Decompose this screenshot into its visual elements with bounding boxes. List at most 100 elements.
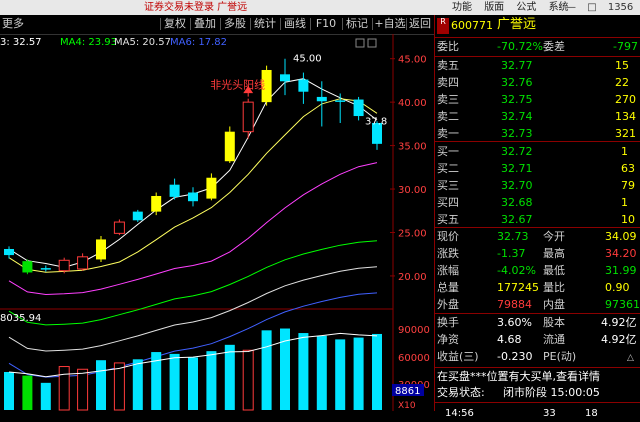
stock-header: R 600771 广誉远 bbox=[435, 15, 640, 37]
candle[interactable] bbox=[298, 79, 309, 92]
ma-line-12 bbox=[8, 162, 378, 296]
volume-bar bbox=[242, 349, 254, 411]
statistics-button[interactable]: 统计 bbox=[252, 16, 278, 32]
restore-icon[interactable]: □ bbox=[587, 2, 596, 13]
scroll-left-arrow-icon[interactable] bbox=[355, 38, 365, 48]
divider bbox=[435, 37, 640, 38]
window-controls: — □ 1356 bbox=[566, 0, 633, 15]
sell-level-volume: 270 bbox=[615, 93, 636, 106]
menu-item-function[interactable]: 功能 bbox=[452, 2, 472, 13]
fund-label: 收益(三) bbox=[437, 350, 479, 363]
stat-label: 外盘 bbox=[437, 298, 459, 311]
candle[interactable] bbox=[77, 256, 89, 270]
candle[interactable] bbox=[132, 211, 143, 221]
tick-time: 14:56 bbox=[445, 408, 474, 419]
sell-level-price: 32.74 bbox=[501, 110, 533, 123]
vol-unit: X10 bbox=[398, 401, 416, 411]
multi-stock-button[interactable]: 多股 bbox=[222, 16, 248, 32]
big-order-notice[interactable]: 在买盘***位置有大买单,查看详情 bbox=[437, 369, 600, 385]
overlay-button[interactable]: 叠加 bbox=[192, 16, 218, 32]
stat-label-2: 今开 bbox=[543, 230, 565, 243]
stat-value-2: 31.99 bbox=[605, 264, 637, 277]
ma6-label: MA6: 17.82 bbox=[170, 37, 227, 48]
candle[interactable] bbox=[22, 261, 33, 273]
fund-value-2: 4.92亿 bbox=[601, 333, 637, 346]
candle[interactable] bbox=[58, 259, 70, 272]
sell-level-volume: 22 bbox=[615, 76, 629, 89]
stat-value: -4.02% bbox=[497, 264, 536, 277]
wb-value: -70.72% bbox=[497, 40, 543, 53]
candle[interactable] bbox=[40, 268, 51, 270]
stat-label: 总量 bbox=[437, 281, 459, 294]
stat-value: 32.73 bbox=[497, 230, 529, 243]
volume-value-box-text: 8861 bbox=[395, 386, 420, 397]
wc-label: 委差 bbox=[543, 40, 565, 53]
buy-level-label: 买一 bbox=[437, 145, 459, 158]
fund-label: 净资 bbox=[437, 333, 459, 346]
menu-item-formula[interactable]: 公式 bbox=[516, 2, 536, 13]
main-menu: 功能 版面 公式 系统 bbox=[452, 0, 578, 15]
sell-level-price: 32.73 bbox=[501, 127, 533, 140]
candle[interactable] bbox=[242, 101, 254, 133]
sell-level-price: 32.76 bbox=[501, 76, 533, 89]
divider bbox=[160, 18, 161, 30]
stat-value: 79884 bbox=[497, 298, 532, 311]
menu-item-layout[interactable]: 版面 bbox=[484, 2, 504, 13]
volume-bar bbox=[298, 333, 309, 410]
stat-value: 177245 bbox=[497, 281, 539, 294]
back-button[interactable]: 返回 bbox=[407, 16, 433, 32]
vol-tick-90000: 90000 bbox=[398, 325, 430, 336]
mark-button[interactable]: 标记 bbox=[344, 16, 370, 32]
divider bbox=[280, 18, 281, 30]
candle[interactable] bbox=[224, 131, 235, 162]
fund-label-2: 流通 bbox=[543, 333, 565, 346]
trade-status-value: 闭市阶段 15:00:05 bbox=[503, 386, 600, 399]
y-tick-label: 20.00 bbox=[398, 272, 427, 283]
sell-level-label: 卖二 bbox=[437, 110, 459, 123]
stat-label-2: 量比 bbox=[543, 281, 565, 294]
annotation-text: 非光头阳线 bbox=[210, 78, 265, 92]
sell-level-volume: 15 bbox=[615, 59, 629, 72]
y-tick-label: 45.00 bbox=[398, 55, 427, 66]
y-tick-label: 35.00 bbox=[398, 142, 427, 153]
candle[interactable] bbox=[335, 100, 346, 102]
candle[interactable] bbox=[353, 99, 364, 117]
volume-label: 8035.94 bbox=[0, 313, 41, 324]
more-button[interactable]: 更多 bbox=[0, 16, 26, 32]
candle[interactable] bbox=[151, 195, 162, 212]
account-number: 1356 bbox=[607, 2, 634, 13]
volume-bar bbox=[22, 375, 33, 410]
high-price-label: 45.00 bbox=[293, 54, 322, 65]
stat-label: 涨跌 bbox=[437, 247, 459, 260]
title-bar: 证券交易未登录 广誉远 功能 版面 公式 系统 — □ 1356 bbox=[0, 0, 640, 15]
buy-level-label: 买四 bbox=[437, 196, 459, 209]
candle[interactable] bbox=[96, 239, 106, 260]
draw-line-button[interactable]: 画线 bbox=[282, 16, 308, 32]
tick-extra: 18 bbox=[585, 408, 598, 419]
add-watchlist-button[interactable]: +自选 bbox=[374, 16, 406, 32]
scroll-right-arrow-icon[interactable] bbox=[367, 38, 377, 48]
candle[interactable] bbox=[188, 192, 198, 202]
y-axis-ticks: 45.00 40.00 35.00 30.00 25.00 20.00 bbox=[390, 55, 427, 283]
fuquan-button[interactable]: 复权 bbox=[162, 16, 188, 32]
sell-level-volume: 134 bbox=[615, 110, 636, 123]
minimize-icon[interactable]: — bbox=[566, 2, 576, 13]
candle[interactable] bbox=[4, 248, 14, 256]
volume-bar bbox=[261, 330, 272, 410]
r-badge: R bbox=[437, 18, 449, 34]
candle[interactable] bbox=[206, 177, 217, 199]
candle[interactable] bbox=[280, 74, 290, 82]
sell-level-label: 卖四 bbox=[437, 76, 459, 89]
buy-level-price: 32.71 bbox=[501, 162, 533, 175]
kline-chart[interactable]: 3: 32.57 MA4: 23.93 MA5: 20.57 MA6: 17.8… bbox=[0, 34, 434, 411]
divider bbox=[435, 56, 640, 57]
candle[interactable] bbox=[316, 96, 327, 102]
collapse-icon[interactable]: △ bbox=[627, 350, 634, 366]
candle[interactable] bbox=[113, 221, 125, 234]
divider bbox=[342, 18, 343, 30]
buy-level-label: 买二 bbox=[437, 162, 459, 175]
f10-button[interactable]: F10 bbox=[312, 16, 340, 32]
volume-bar bbox=[188, 357, 198, 410]
ma5-label: MA5: 20.57 bbox=[114, 37, 171, 48]
candle[interactable] bbox=[169, 184, 180, 197]
